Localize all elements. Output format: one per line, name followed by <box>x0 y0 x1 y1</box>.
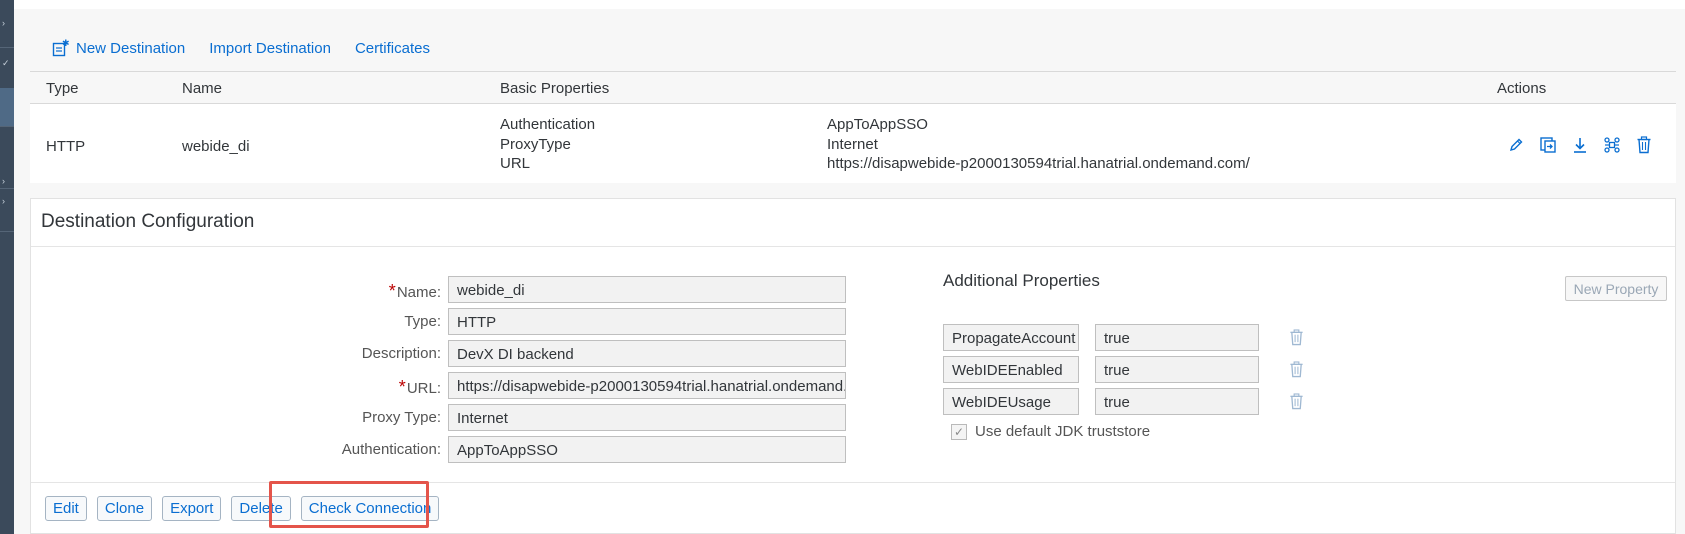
authentication-field[interactable]: AppToAppSSO <box>448 436 846 463</box>
nav-divider <box>0 188 14 189</box>
type-field[interactable]: HTTP <box>448 308 846 335</box>
new-destination-label: New Destination <box>76 39 186 57</box>
prop-value: Internet <box>827 135 878 153</box>
prop-key: Authentication <box>500 116 596 133</box>
nav-chevron-icon[interactable]: › <box>2 196 5 206</box>
description-label: Description: <box>361 345 441 362</box>
name-field[interactable]: webide_di <box>448 276 846 303</box>
destinations-table: Type Name Basic Properties Actions HTTP … <box>30 71 1676 183</box>
property-key-field[interactable]: WebIDEUsage <box>943 388 1079 415</box>
edit-icon[interactable] <box>1500 134 1532 156</box>
form-row-url: *URL: <box>31 372 441 399</box>
property-value-field[interactable]: true <box>1095 356 1259 383</box>
property-value-field[interactable]: true <box>1095 388 1259 415</box>
prop-value: https://disapwebide-p2000130594trial.han… <box>827 155 1250 172</box>
export-button[interactable]: Export <box>162 496 222 521</box>
delete-icon[interactable] <box>1628 134 1660 156</box>
svg-text:✱: ✱ <box>62 39 69 49</box>
description-field[interactable]: DevX DI backend <box>448 340 846 367</box>
delete-property-icon[interactable] <box>1286 326 1306 348</box>
top-band <box>14 0 1685 9</box>
nav-active-item[interactable] <box>0 88 14 126</box>
column-header-actions: Actions <box>1497 80 1547 97</box>
nav-divider <box>0 231 14 232</box>
new-property-button[interactable]: New Property <box>1565 276 1667 301</box>
type-label: Type: <box>404 313 441 330</box>
column-header-name: Name <box>182 80 223 97</box>
property-key-field[interactable]: PropagateAccount <box>943 324 1079 351</box>
import-destination-link[interactable]: Import Destination <box>209 40 331 57</box>
jdk-truststore-label: Use default JDK truststore <box>975 423 1151 440</box>
certificates-link[interactable]: Certificates <box>355 40 430 57</box>
form-row-description: Description: <box>31 340 441 367</box>
form-row-proxy-type: Proxy Type: <box>31 404 441 431</box>
clone-icon[interactable] <box>1532 134 1564 156</box>
check-connection-highlight <box>269 481 429 528</box>
required-asterisk: * <box>388 281 396 301</box>
row-type: HTTP <box>46 138 86 155</box>
divider <box>31 246 1675 247</box>
authentication-label: Authentication: <box>341 441 441 458</box>
form-row-type: Type: <box>31 308 441 335</box>
nav-divider <box>0 47 14 48</box>
form-row-authentication: Authentication: <box>31 436 441 463</box>
row-actions <box>1500 134 1660 156</box>
prop-key: ProxyType <box>500 135 571 153</box>
table-header: Type Name Basic Properties Actions <box>30 71 1676 104</box>
clone-button[interactable]: Clone <box>96 496 153 521</box>
column-header-basic-properties: Basic Properties <box>500 80 610 97</box>
url-label: *URL: <box>398 377 441 397</box>
panel-title: Destination Configuration <box>41 211 255 232</box>
left-nav-strip: › ✓ › › <box>0 0 14 534</box>
nav-chevron-icon[interactable]: ✓ <box>2 58 10 69</box>
certificates-label: Certificates <box>354 39 430 57</box>
network-icon[interactable] <box>1596 134 1628 156</box>
jdk-truststore-option: ✓ Use default JDK truststore <box>951 423 1150 440</box>
download-icon[interactable] <box>1564 134 1596 156</box>
basic-properties-values: AppToAppSSO Internet https://disapwebide… <box>827 115 1250 174</box>
destinations-toolbar: ✱ New Destination Import Destination Cer… <box>30 28 454 68</box>
proxy-type-label: Proxy Type: <box>362 409 441 426</box>
form-row-name: *Name: <box>31 276 441 303</box>
jdk-truststore-checkbox[interactable]: ✓ <box>951 423 967 440</box>
delete-property-icon[interactable] <box>1286 358 1306 380</box>
column-header-type: Type <box>46 80 79 97</box>
url-field[interactable]: https://disapwebide-p2000130594trial.han… <box>448 372 846 399</box>
delete-property-icon[interactable] <box>1286 390 1306 412</box>
proxy-type-field[interactable]: Internet <box>448 404 846 431</box>
edit-button[interactable]: Edit <box>45 496 87 521</box>
row-name-link[interactable]: webide_di <box>182 138 250 155</box>
prop-value: AppToAppSSO <box>827 116 928 133</box>
new-destination-link[interactable]: ✱ New Destination <box>52 39 185 57</box>
nav-chevron-icon[interactable]: › <box>2 176 5 186</box>
required-asterisk: * <box>398 377 406 397</box>
prop-key: URL <box>500 155 531 172</box>
additional-properties-title: Additional Properties <box>943 271 1100 290</box>
nav-chevron-icon[interactable]: › <box>2 18 5 28</box>
basic-properties-keys: Authentication ProxyType URL <box>500 115 595 174</box>
import-destination-label: Import Destination <box>209 39 331 57</box>
property-key-field[interactable]: WebIDEEnabled <box>943 356 1079 383</box>
property-value-field[interactable]: true <box>1095 324 1259 351</box>
nav-divider <box>0 126 14 127</box>
name-label: *Name: <box>388 281 441 301</box>
new-destination-icon: ✱ <box>52 39 69 57</box>
